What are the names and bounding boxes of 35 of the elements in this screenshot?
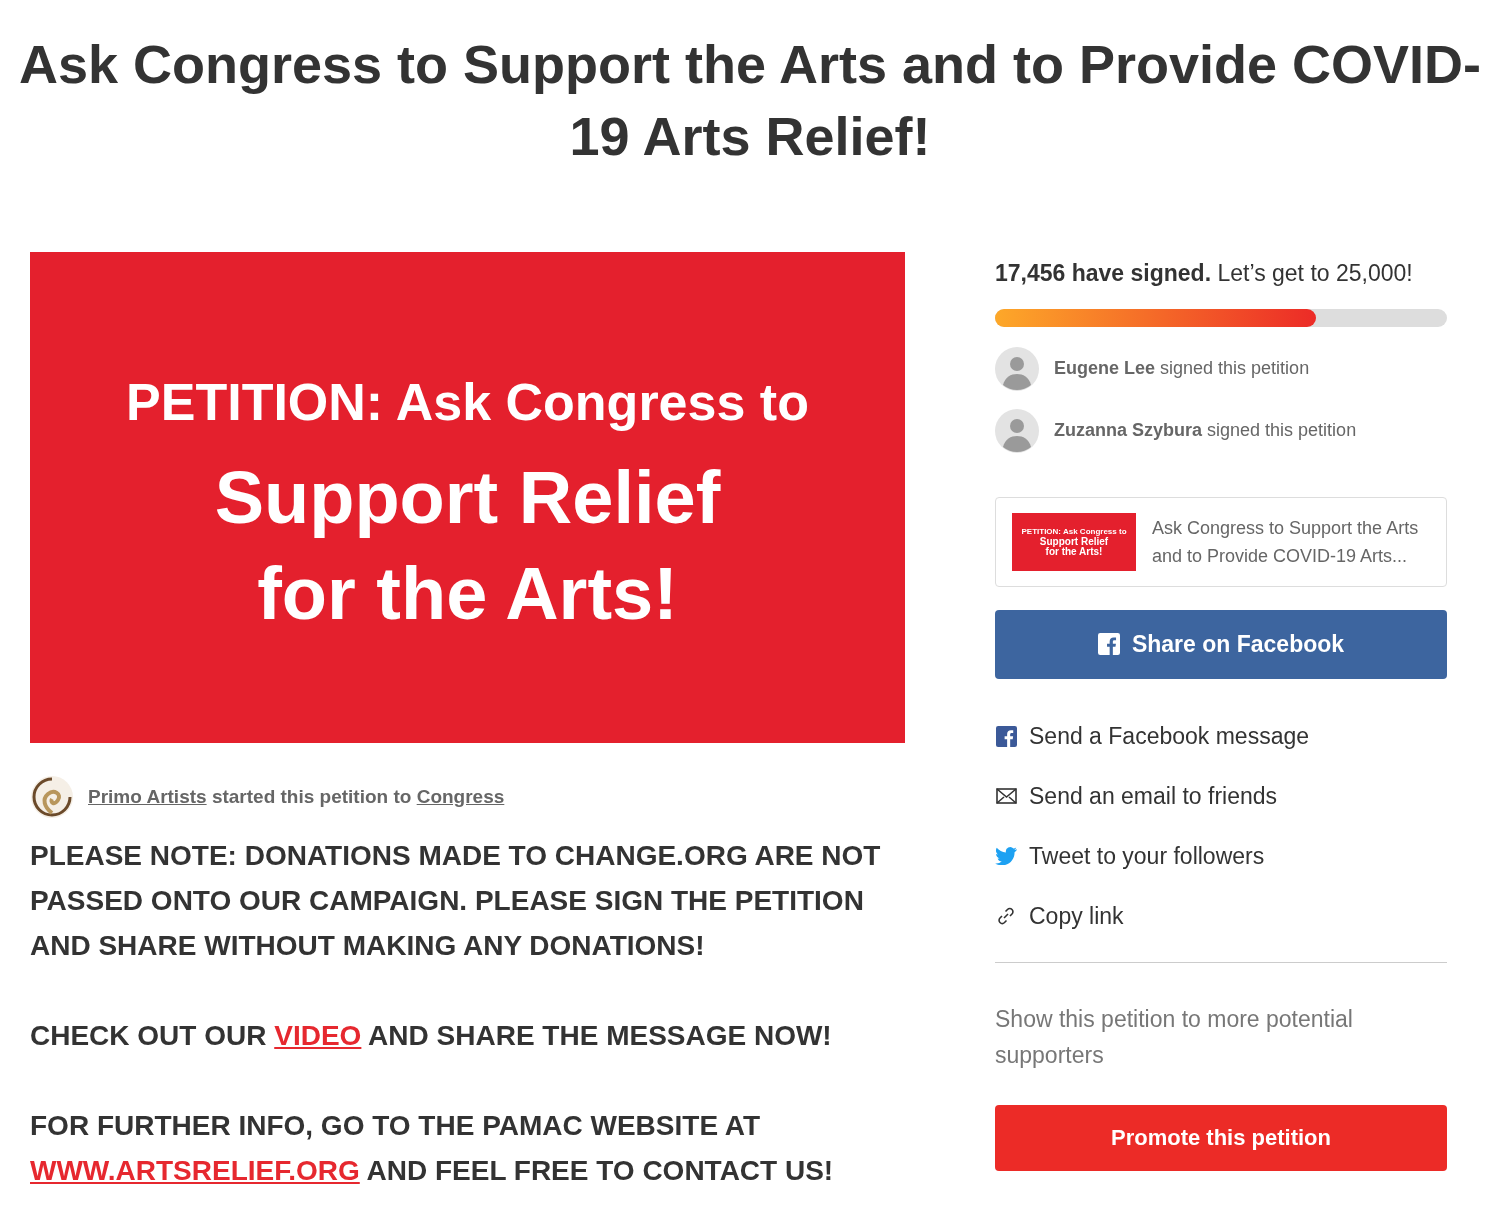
body-link[interactable]: WWW.ARTSRELIEF.ORG: [30, 1155, 360, 1186]
share-facebook-button[interactable]: Share on Facebook: [995, 609, 1447, 679]
banner-text: PETITION: Ask Congress to: [126, 371, 809, 433]
banner-text: for the Arts!: [257, 550, 678, 637]
avatar-icon: [995, 346, 1039, 391]
link-icon: [996, 906, 1016, 926]
petition-title: Ask Congress to Support the Arts and to Provide COVID-19 Arts Relief!: [17, 33, 1483, 168]
body-paragraph: CHECK OUT OUR VIDEO AND SHARE THE MESSAGE NOW!: [30, 1019, 833, 1053]
share-option-link[interactable]: Tweet to your followers: [1029, 838, 1265, 874]
organization-logo: [30, 775, 74, 819]
petition-preview-card[interactable]: PETITION: Ask Congress to Support Relief for the Arts! Ask Congress to Support the Arts and to Provide COVID-19 Arts...: [995, 496, 1447, 587]
body-paragraph: PLEASE NOTE: DONATIONS MADE TO CHANGE.ORG ARE NOT PASSED ONTO OUR CAMPAIGN. PLEASE SIGN THE PETITION AND SHARE WITHOUT MAKING ANY DONATIONS!: [30, 839, 882, 963]
facebook-icon: [1097, 633, 1120, 655]
recent-signer: Zuzanna Szybura signed this petition: [1054, 419, 1357, 442]
recent-signer: Eugene Lee signed this petition: [1054, 357, 1310, 380]
thumbnail-text: for the Arts!: [1045, 546, 1103, 557]
thumbnail-text: Support Relief: [1039, 536, 1109, 547]
promote-button[interactable]: Promote this petition: [995, 1104, 1447, 1171]
thumbnail-text: PETITION: Ask Congress to: [1021, 526, 1127, 537]
banner-text: Support Relief: [214, 454, 721, 541]
target-link[interactable]: Congress: [416, 785, 505, 807]
share-option-link[interactable]: Copy link: [1029, 898, 1124, 934]
share-option-link[interactable]: Send a Facebook message: [1029, 718, 1309, 754]
share-option-link[interactable]: Send an email to friends: [1029, 778, 1278, 814]
envelope-icon: [995, 788, 1017, 804]
bird-icon: [995, 847, 1017, 865]
body-paragraph: FOR FURTHER INFO, GO TO THE PAMAC WEBSITE AT WWW.ARTSRELIEF.ORG AND FEEL FREE TO CONTACT US!: [30, 1109, 835, 1188]
promote-text: Show this petition to more potential supporters: [995, 1004, 1354, 1070]
starter-line: Primo Artists started this petition to Congress: [88, 784, 505, 809]
preview-title: Ask Congress to Support the Arts and to Provide COVID-19 Arts...: [1152, 516, 1420, 568]
organizer-link[interactable]: Primo Artists: [88, 785, 207, 807]
signature-count: 17,456 have signed. Let’s get to 25,000!: [995, 259, 1414, 288]
facebook-icon: [995, 725, 1017, 747]
avatar-icon: [995, 408, 1039, 453]
body-link[interactable]: VIDEO: [274, 1020, 362, 1051]
